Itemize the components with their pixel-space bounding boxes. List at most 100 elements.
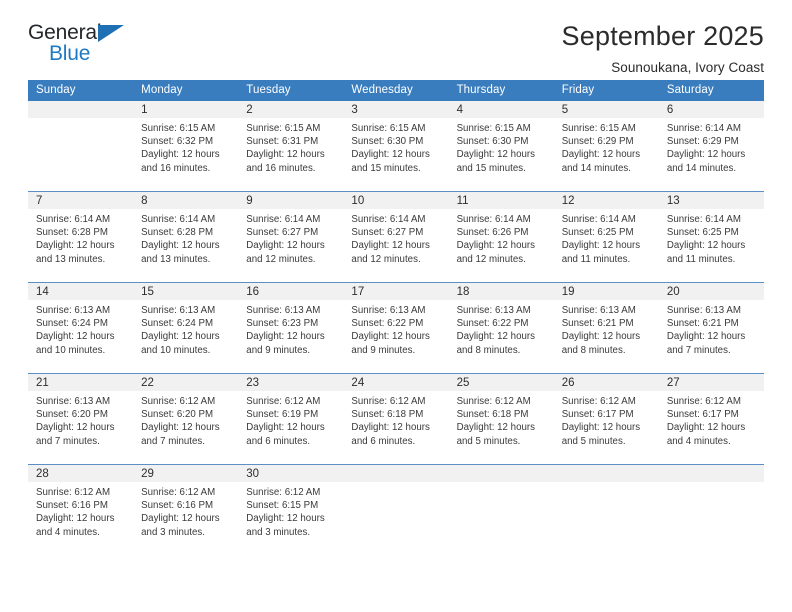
sunrise-text: Sunrise: 6:14 AM bbox=[666, 123, 741, 134]
daylight-text-line2: and 12 minutes. bbox=[351, 253, 421, 265]
weekday-header-sunday: Sunday bbox=[28, 80, 134, 101]
day-cell[interactable]: 4 Sunrise: 6:15 AM Sunset: 6:30 PM Daylight… bbox=[448, 101, 554, 191]
daylight-text-line2: and 3 minutes. bbox=[246, 526, 311, 538]
sunset-text: Sunset: 6:24 PM bbox=[36, 318, 108, 330]
day-details: Sunrise: 6:12 AM Sunset: 6:20 PM Daylight:… bbox=[133, 391, 238, 448]
day-cell[interactable]: 24 Sunrise: 6:12 AM Sunset: 6:18 PM Dayligh… bbox=[343, 374, 449, 464]
logo-primary-text: General bbox=[28, 21, 102, 44]
day-number: 2 bbox=[238, 101, 344, 118]
day-number bbox=[553, 465, 659, 482]
sunset-text: Sunset: 6:31 PM bbox=[246, 136, 319, 148]
daylight-text-line2: and 8 minutes. bbox=[561, 344, 626, 356]
daylight-text-line1: Daylight: 12 hours bbox=[141, 331, 220, 343]
day-cell[interactable]: 19 Sunrise: 6:13 AM Sunset: 6:21 PM Dayligh… bbox=[553, 283, 659, 373]
day-number: 15 bbox=[133, 283, 239, 300]
day-cell[interactable]: 20 Sunrise: 6:13 AM Sunset: 6:21 PM Dayligh… bbox=[658, 283, 764, 373]
general-blue-logo[interactable]: General Blue bbox=[28, 22, 138, 70]
sunrise-text: Sunrise: 6:15 AM bbox=[246, 123, 321, 134]
daylight-text-line2: and 16 minutes. bbox=[246, 162, 316, 174]
day-number: 16 bbox=[238, 283, 344, 300]
daylight-text-line1: Daylight: 12 hours bbox=[351, 149, 430, 161]
day-details: Sunrise: 6:13 AM Sunset: 6:24 PM Daylight:… bbox=[28, 300, 133, 357]
sunset-text: Sunset: 6:30 PM bbox=[351, 136, 424, 148]
sunrise-text: Sunrise: 6:13 AM bbox=[36, 305, 111, 316]
sunrise-text: Sunrise: 6:14 AM bbox=[666, 214, 741, 225]
day-number: 22 bbox=[133, 374, 239, 391]
day-details: Sunrise: 6:14 AM Sunset: 6:29 PM Daylight:… bbox=[659, 118, 764, 175]
sunrise-text: Sunrise: 6:14 AM bbox=[561, 214, 636, 225]
day-number: 29 bbox=[133, 465, 239, 482]
day-number bbox=[658, 465, 764, 482]
weekday-header-saturday: Saturday bbox=[658, 80, 764, 101]
day-cell[interactable]: 28 Sunrise: 6:12 AM Sunset: 6:16 PM Dayligh… bbox=[28, 465, 134, 555]
daylight-text-line2: and 12 minutes. bbox=[246, 253, 316, 265]
day-cell[interactable]: 14 Sunrise: 6:13 AM Sunset: 6:24 PM Dayligh… bbox=[28, 283, 134, 373]
logo-secondary-text: Blue bbox=[49, 42, 91, 65]
sunrise-text: Sunrise: 6:15 AM bbox=[456, 123, 531, 134]
day-cell[interactable]: 18 Sunrise: 6:13 AM Sunset: 6:22 PM Dayligh… bbox=[448, 283, 554, 373]
daylight-text-line1: Daylight: 12 hours bbox=[561, 422, 641, 434]
daylight-text-line1: Daylight: 12 hours bbox=[246, 240, 325, 252]
day-cell[interactable]: 22 Sunrise: 6:12 AM Sunset: 6:20 PM Dayligh… bbox=[133, 374, 239, 464]
title-block: September 2025 Sounoukana, Ivory Coast bbox=[562, 21, 764, 75]
sunrise-text: Sunrise: 6:14 AM bbox=[141, 214, 216, 225]
day-number bbox=[343, 465, 449, 482]
day-cell-empty bbox=[658, 465, 764, 555]
daylight-text-line2: and 14 minutes. bbox=[666, 162, 737, 174]
day-cell[interactable]: 12 Sunrise: 6:14 AM Sunset: 6:25 PM Dayligh… bbox=[553, 192, 659, 282]
daylight-text-line1: Daylight: 12 hours bbox=[36, 331, 115, 343]
day-cell[interactable]: 13 Sunrise: 6:14 AM Sunset: 6:25 PM Dayligh… bbox=[658, 192, 764, 282]
day-details: Sunrise: 6:12 AM Sunset: 6:16 PM Daylight:… bbox=[133, 482, 238, 539]
calendar-week-row: 7 Sunrise: 6:14 AM Sunset: 6:28 PM Daylight… bbox=[28, 191, 764, 283]
sunset-text: Sunset: 6:15 PM bbox=[246, 500, 319, 512]
day-cell[interactable]: 21 Sunrise: 6:13 AM Sunset: 6:20 PM Dayligh… bbox=[28, 374, 134, 464]
day-cell[interactable]: 3 Sunrise: 6:15 AM Sunset: 6:30 PM Daylight… bbox=[343, 101, 449, 191]
day-details: Sunrise: 6:13 AM Sunset: 6:21 PM Daylight:… bbox=[659, 300, 764, 357]
daylight-text-line1: Daylight: 12 hours bbox=[666, 149, 746, 161]
daylight-text-line1: Daylight: 12 hours bbox=[456, 331, 536, 343]
day-cell[interactable]: 16 Sunrise: 6:13 AM Sunset: 6:23 PM Dayligh… bbox=[238, 283, 344, 373]
day-number: 1 bbox=[133, 101, 239, 118]
day-cell[interactable]: 10 Sunrise: 6:14 AM Sunset: 6:27 PM Dayligh… bbox=[343, 192, 449, 282]
day-cell[interactable]: 27 Sunrise: 6:12 AM Sunset: 6:17 PM Dayligh… bbox=[658, 374, 764, 464]
day-number bbox=[448, 465, 554, 482]
sunrise-text: Sunrise: 6:13 AM bbox=[561, 305, 636, 316]
sunset-text: Sunset: 6:21 PM bbox=[666, 318, 739, 330]
daylight-text-line2: and 11 minutes. bbox=[561, 253, 631, 265]
sunset-text: Sunset: 6:22 PM bbox=[351, 318, 424, 330]
day-details: Sunrise: 6:13 AM Sunset: 6:20 PM Daylight:… bbox=[28, 391, 133, 448]
day-cell[interactable]: 17 Sunrise: 6:13 AM Sunset: 6:22 PM Dayligh… bbox=[343, 283, 449, 373]
day-cell[interactable]: 25 Sunrise: 6:12 AM Sunset: 6:18 PM Dayligh… bbox=[448, 374, 554, 464]
day-cell[interactable]: 7 Sunrise: 6:14 AM Sunset: 6:28 PM Daylight… bbox=[28, 192, 134, 282]
daylight-text-line2: and 6 minutes. bbox=[351, 435, 416, 447]
day-cell[interactable]: 1 Sunrise: 6:15 AM Sunset: 6:32 PM Daylight… bbox=[133, 101, 239, 191]
month-calendar: Sunday Monday Tuesday Wednesday Thursday Frid… bbox=[28, 80, 764, 555]
day-number: 28 bbox=[28, 465, 134, 482]
day-cell[interactable]: 23 Sunrise: 6:12 AM Sunset: 6:19 PM Dayligh… bbox=[238, 374, 344, 464]
day-cell-empty bbox=[553, 465, 659, 555]
day-number: 24 bbox=[343, 374, 449, 391]
page-header: General Blue September 2025 Sounoukana, … bbox=[28, 0, 764, 75]
day-cell[interactable]: 9 Sunrise: 6:14 AM Sunset: 6:27 PM Daylight… bbox=[238, 192, 344, 282]
daylight-text-line2: and 11 minutes. bbox=[666, 253, 736, 265]
daylight-text-line2: and 4 minutes. bbox=[666, 435, 731, 447]
daylight-text-line2: and 10 minutes. bbox=[141, 344, 211, 356]
day-number: 6 bbox=[658, 101, 764, 118]
daylight-text-line1: Daylight: 12 hours bbox=[141, 240, 220, 252]
day-cell[interactable]: 29 Sunrise: 6:12 AM Sunset: 6:16 PM Dayligh… bbox=[133, 465, 239, 555]
day-cell[interactable]: 30 Sunrise: 6:12 AM Sunset: 6:15 PM Dayligh… bbox=[238, 465, 344, 555]
day-number: 13 bbox=[658, 192, 764, 209]
day-cell[interactable]: 11 Sunrise: 6:14 AM Sunset: 6:26 PM Dayligh… bbox=[448, 192, 554, 282]
day-cell[interactable]: 2 Sunrise: 6:15 AM Sunset: 6:31 PM Daylight… bbox=[238, 101, 344, 191]
day-cell[interactable]: 8 Sunrise: 6:14 AM Sunset: 6:28 PM Daylight… bbox=[133, 192, 239, 282]
daylight-text-line1: Daylight: 12 hours bbox=[561, 240, 641, 252]
day-details: Sunrise: 6:15 AM Sunset: 6:29 PM Daylight:… bbox=[554, 118, 659, 175]
day-cell[interactable]: 5 Sunrise: 6:15 AM Sunset: 6:29 PM Daylight… bbox=[553, 101, 659, 191]
day-details: Sunrise: 6:12 AM Sunset: 6:16 PM Daylight:… bbox=[28, 482, 133, 539]
day-cell[interactable]: 15 Sunrise: 6:13 AM Sunset: 6:24 PM Dayligh… bbox=[133, 283, 239, 373]
daylight-text-line2: and 7 minutes. bbox=[666, 344, 731, 356]
day-cell[interactable]: 6 Sunrise: 6:14 AM Sunset: 6:29 PM Daylight… bbox=[658, 101, 764, 191]
sunrise-text: Sunrise: 6:15 AM bbox=[561, 123, 636, 134]
day-cell[interactable]: 26 Sunrise: 6:12 AM Sunset: 6:17 PM Dayligh… bbox=[553, 374, 659, 464]
daylight-text-line1: Daylight: 12 hours bbox=[351, 240, 430, 252]
